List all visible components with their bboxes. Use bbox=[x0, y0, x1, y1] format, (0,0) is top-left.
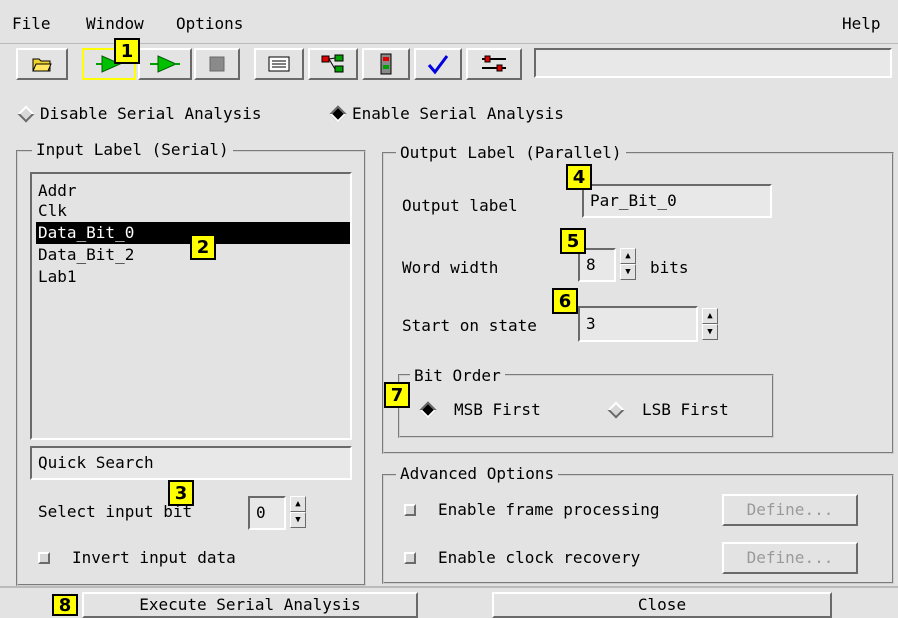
callout-3: 3 bbox=[168, 480, 194, 506]
list-item[interactable]: Lab1 bbox=[36, 266, 350, 288]
invert-input-checkbox[interactable] bbox=[38, 552, 50, 564]
stop-button[interactable] bbox=[194, 48, 240, 80]
run-repetitive-button[interactable] bbox=[138, 48, 192, 80]
advanced-options-title: Advanced Options bbox=[396, 464, 559, 483]
execute-serial-analysis-button[interactable]: Execute Serial Analysis bbox=[82, 592, 418, 618]
lsb-first-label: LSB First bbox=[642, 400, 729, 419]
frame-processing-label: Enable frame processing bbox=[438, 500, 660, 519]
toolbar-status-field bbox=[534, 48, 892, 78]
callout-4: 4 bbox=[566, 164, 592, 190]
select-input-bit-stepper[interactable]: ▲ ▼ bbox=[290, 496, 306, 528]
spin-up-icon[interactable]: ▲ bbox=[290, 496, 306, 512]
callout-8: 8 bbox=[52, 594, 78, 616]
word-width-caption: Word width bbox=[402, 258, 499, 277]
bottom-divider bbox=[0, 586, 898, 588]
menu-options[interactable]: Options bbox=[176, 14, 243, 33]
output-label-caption: Output label bbox=[402, 196, 518, 215]
clock-recovery-checkbox[interactable] bbox=[404, 552, 416, 564]
check-icon bbox=[427, 55, 449, 75]
menu-window[interactable]: Window bbox=[86, 14, 144, 33]
input-label-title: Input Label (Serial) bbox=[32, 140, 233, 159]
start-state-stepper[interactable]: ▲ ▼ bbox=[702, 308, 718, 340]
quick-search-input[interactable]: Quick Search bbox=[30, 446, 352, 480]
spin-down-icon[interactable]: ▼ bbox=[290, 512, 306, 528]
invert-input-label: Invert input data bbox=[72, 548, 236, 567]
hierarchy-icon bbox=[321, 54, 344, 73]
spin-up-icon[interactable]: ▲ bbox=[620, 248, 636, 264]
word-width-unit: bits bbox=[650, 258, 689, 277]
callout-6: 6 bbox=[552, 288, 578, 314]
hierarchy-button[interactable] bbox=[308, 48, 358, 80]
start-state-caption: Start on state bbox=[402, 316, 537, 335]
disable-serial-radio[interactable] bbox=[17, 105, 35, 123]
list-item[interactable]: Addr bbox=[36, 180, 350, 202]
run-repetitive-icon bbox=[150, 55, 180, 73]
callout-1: 1 bbox=[114, 38, 140, 64]
open-button[interactable] bbox=[16, 48, 68, 80]
clock-define-button[interactable]: Define... bbox=[722, 542, 858, 574]
list-item[interactable]: Clk bbox=[36, 200, 350, 222]
listing-icon bbox=[268, 56, 290, 72]
menu-help[interactable]: Help bbox=[842, 14, 881, 33]
menu-file[interactable]: File bbox=[12, 14, 51, 33]
input-label-list[interactable]: Addr Clk Data_Bit_0 Data_Bit_2 Lab1 bbox=[30, 172, 352, 440]
word-width-stepper[interactable]: ▲ ▼ bbox=[620, 248, 636, 280]
select-input-bit-field[interactable]: 0 bbox=[248, 496, 286, 530]
disable-serial-label: Disable Serial Analysis bbox=[40, 104, 262, 123]
close-button[interactable]: Close bbox=[492, 592, 832, 618]
stop-icon bbox=[209, 56, 225, 72]
callout-7: 7 bbox=[384, 382, 410, 408]
check-button[interactable] bbox=[414, 48, 462, 80]
spin-down-icon[interactable]: ▼ bbox=[702, 324, 718, 340]
output-label-input[interactable]: Par_Bit_0 bbox=[582, 184, 772, 218]
settings-button[interactable] bbox=[466, 48, 522, 80]
listing-button[interactable] bbox=[254, 48, 304, 80]
frame-define-button[interactable]: Define... bbox=[722, 494, 858, 526]
spin-up-icon[interactable]: ▲ bbox=[702, 308, 718, 324]
module-icon bbox=[380, 53, 392, 75]
spin-down-icon[interactable]: ▼ bbox=[620, 264, 636, 280]
start-state-field[interactable]: 3 bbox=[578, 306, 698, 342]
callout-2: 2 bbox=[190, 234, 216, 260]
callout-5: 5 bbox=[560, 228, 586, 254]
output-label-title: Output Label (Parallel) bbox=[396, 143, 626, 162]
module-button[interactable] bbox=[362, 48, 410, 80]
settings-icon bbox=[482, 55, 506, 72]
msb-first-label: MSB First bbox=[454, 400, 541, 419]
clock-recovery-label: Enable clock recovery bbox=[438, 548, 641, 567]
open-folder-icon bbox=[32, 58, 52, 72]
bit-order-title: Bit Order bbox=[410, 366, 505, 385]
enable-serial-radio[interactable] bbox=[329, 105, 347, 123]
enable-serial-label: Enable Serial Analysis bbox=[352, 104, 564, 123]
frame-processing-checkbox[interactable] bbox=[404, 504, 416, 516]
